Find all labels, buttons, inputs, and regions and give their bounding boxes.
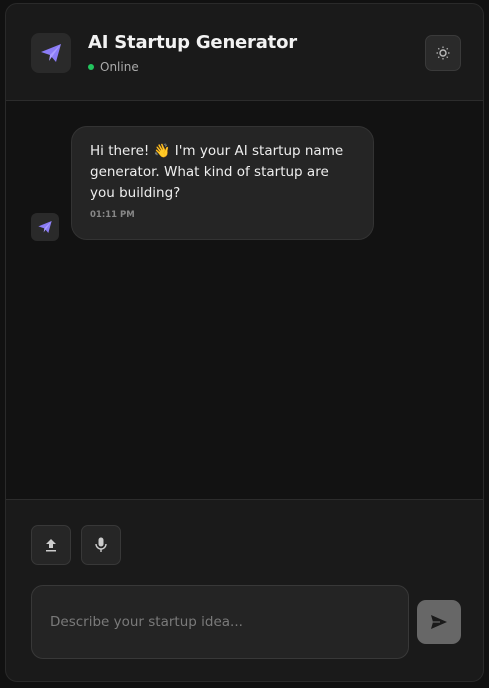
bot-message: Hi there! 👋 I'm your AI startup name gen… (71, 126, 374, 240)
paper-plane-icon (38, 221, 52, 233)
sun-icon (436, 46, 450, 60)
theme-toggle-button[interactable] (425, 35, 461, 71)
header: AI Startup Generator Online (6, 4, 483, 101)
upload-icon (46, 539, 56, 552)
microphone-button[interactable] (81, 525, 121, 565)
chat-window: AI Startup Generator Online Hi there! 👋 … (5, 3, 484, 682)
microphone-icon (95, 537, 107, 552)
message-list: Hi there! 👋 I'm your AI startup name gen… (6, 101, 483, 500)
app-logo (31, 33, 71, 73)
bot-avatar (31, 213, 59, 241)
online-dot (88, 64, 94, 70)
app-title: AI Startup Generator (88, 32, 297, 53)
send-icon (431, 615, 447, 629)
status-text: Online (100, 60, 139, 74)
upload-button[interactable] (31, 525, 71, 565)
send-button[interactable] (417, 600, 461, 644)
paper-plane-icon (41, 44, 61, 62)
status-indicator: Online (88, 60, 139, 74)
message-time: 01:11 PM (90, 210, 135, 220)
message-text: Hi there! 👋 I'm your AI startup name gen… (90, 143, 344, 201)
startup-idea-input[interactable] (31, 585, 409, 659)
